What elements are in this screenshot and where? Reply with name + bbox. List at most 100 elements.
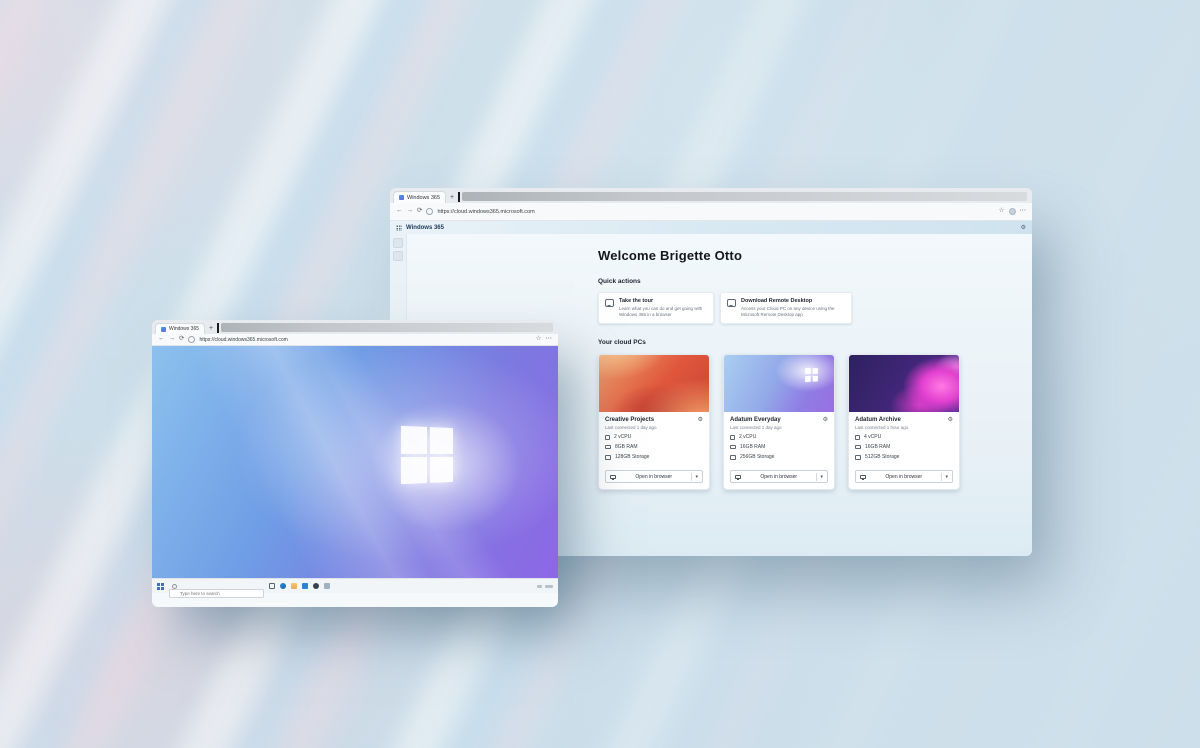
task-view-icon[interactable]	[269, 583, 275, 589]
app-title: Windows 365	[406, 225, 444, 231]
cloud-pc-name: Adatum Everyday	[730, 417, 781, 423]
cloud-pc-card-creative-projects: Creative Projects ⚙ Last connected 1 day…	[598, 354, 710, 490]
spec-cpu: 2 vCPU	[739, 434, 756, 440]
last-connected: Last connected 1 hour ago	[855, 425, 953, 430]
nav-rail-devices-icon[interactable]	[393, 251, 403, 261]
forward-icon[interactable]: →	[407, 208, 414, 215]
cursor-mark	[458, 192, 460, 202]
browser-window-cloud-desktop: Windows 365 + ← → ⟳ https://cloud.window…	[152, 320, 558, 607]
spec-cpu: 4 vCPU	[864, 434, 881, 440]
favorites-star-icon[interactable]: ☆	[999, 208, 1005, 215]
cloud-pc-card-adatum-archive: Adatum Archive ⚙ Last connected 1 hour a…	[848, 354, 960, 490]
app-icon[interactable]	[313, 583, 319, 589]
waffle-menu-icon[interactable]	[396, 225, 402, 231]
settings-gear-icon[interactable]: ⚙	[698, 417, 703, 423]
portal-main: Welcome Brigette Otto Quick actions Take…	[598, 248, 978, 490]
quick-action-title: Download Remote Desktop	[741, 298, 845, 304]
clock	[545, 585, 553, 588]
cpu-icon	[730, 435, 735, 440]
tray-icons	[537, 585, 542, 588]
browser-menu-icon[interactable]: ⋯	[1020, 208, 1027, 215]
chevron-down-icon[interactable]: ▾	[695, 474, 698, 480]
tab-label: Windows 365	[407, 195, 440, 201]
settings-gear-icon[interactable]: ⚙	[948, 417, 953, 423]
search-input[interactable]	[169, 589, 264, 598]
favorites-star-icon[interactable]: ☆	[536, 336, 542, 343]
start-button[interactable]	[157, 583, 164, 590]
tab-label: Windows 365	[169, 326, 199, 332]
header-gear-icon[interactable]: ⚙	[1021, 224, 1026, 231]
browser-menu-icon[interactable]: ⋯	[546, 336, 553, 343]
site-info-icon[interactable]	[426, 208, 433, 215]
quick-action-take-tour[interactable]: Take the tour Learn what you can do and …	[598, 292, 714, 324]
url-text[interactable]: https://cloud.windows365.microsoft.com	[199, 337, 531, 343]
taskbar	[152, 578, 558, 593]
marketing-canvas: Windows 365 + ← → ⟳ https://cloud.window…	[0, 0, 1200, 748]
tab-strip-filler	[221, 323, 553, 332]
tab-favicon-icon	[399, 195, 404, 200]
open-in-browser-label: Open in browser	[744, 474, 813, 480]
tab-windows365[interactable]: Windows 365	[155, 323, 205, 334]
chevron-down-icon[interactable]: ▾	[945, 474, 948, 480]
quick-action-download-remote-desktop[interactable]: Download Remote Desktop Access your Clou…	[720, 292, 852, 324]
storage-icon	[605, 455, 611, 460]
last-connected: Last connected 1 day ago	[730, 425, 828, 430]
back-icon[interactable]: ←	[396, 208, 403, 215]
forward-icon[interactable]: →	[169, 336, 176, 343]
address-bar: ← → ⟳ https://cloud.windows365.microsoft…	[152, 334, 558, 346]
monitor-icon	[735, 475, 741, 479]
open-in-browser-button[interactable]: Open in browser ▾	[730, 470, 828, 483]
open-in-browser-button[interactable]: Open in browser ▾	[855, 470, 953, 483]
address-bar: ← → ⟳ https://cloud.windows365.microsoft…	[390, 203, 1032, 221]
cpu-icon	[855, 435, 860, 440]
site-info-icon[interactable]	[188, 336, 195, 343]
avatar[interactable]	[1009, 208, 1016, 215]
system-tray[interactable]	[537, 585, 553, 588]
app-header: Windows 365 ⚙	[390, 221, 1032, 234]
mail-icon[interactable]	[324, 583, 330, 589]
cloud-pcs-label: Your cloud PCs	[598, 339, 978, 346]
back-icon[interactable]: ←	[158, 336, 165, 343]
chevron-down-icon[interactable]: ▾	[820, 474, 823, 480]
spec-ram: 8GB RAM	[615, 444, 638, 450]
quick-actions-row: Take the tour Learn what you can do and …	[598, 292, 978, 324]
tab-strip-filler	[462, 192, 1027, 201]
taskbar-search[interactable]	[169, 582, 264, 591]
spec-ram: 16GB RAM	[740, 444, 765, 450]
settings-gear-icon[interactable]: ⚙	[823, 417, 828, 423]
new-tab-button[interactable]: +	[446, 193, 458, 203]
spec-ram: 16GB RAM	[865, 444, 890, 450]
ram-icon	[605, 445, 611, 449]
file-explorer-icon[interactable]	[291, 583, 297, 589]
tab-windows365[interactable]: Windows 365	[393, 191, 446, 203]
open-in-browser-label: Open in browser	[869, 474, 938, 480]
open-in-browser-button[interactable]: Open in browser ▾	[605, 470, 703, 483]
page-title: Welcome Brigette Otto	[598, 248, 978, 263]
new-tab-button[interactable]: +	[205, 324, 217, 334]
windows-logo	[401, 426, 453, 484]
nav-rail-home-icon[interactable]	[393, 238, 403, 248]
edge-icon[interactable]	[280, 583, 286, 589]
quick-action-description: Learn what you can do and get going with…	[619, 306, 707, 318]
refresh-icon[interactable]: ⟳	[417, 208, 422, 215]
url-text[interactable]: https://cloud.windows365.microsoft.com	[437, 209, 994, 215]
download-icon	[727, 299, 736, 307]
chat-bubble-icon	[605, 299, 614, 307]
ram-icon	[730, 445, 736, 449]
tab-strip: Windows 365 +	[152, 320, 558, 334]
refresh-icon[interactable]: ⟳	[179, 336, 184, 343]
cpu-icon	[605, 435, 610, 440]
address-bar-actions: ☆ ⋯	[536, 336, 552, 343]
spec-cpu: 2 vCPU	[614, 434, 631, 440]
cursor-mark	[217, 323, 219, 333]
windows10-desktop	[152, 346, 558, 578]
storage-icon	[730, 455, 736, 460]
last-connected: Last connected 1 day ago	[605, 425, 703, 430]
cloud-pc-row: Creative Projects ⚙ Last connected 1 day…	[598, 354, 978, 490]
store-icon[interactable]	[302, 583, 308, 589]
address-bar-actions: ☆ ⋯	[999, 208, 1026, 215]
quick-action-title: Take the tour	[619, 298, 707, 304]
cloud-pc-name: Creative Projects	[605, 417, 654, 423]
cloud-pc-card-adatum-everyday: Adatum Everyday ⚙ Last connected 1 day a…	[723, 354, 835, 490]
open-in-browser-label: Open in browser	[619, 474, 688, 480]
